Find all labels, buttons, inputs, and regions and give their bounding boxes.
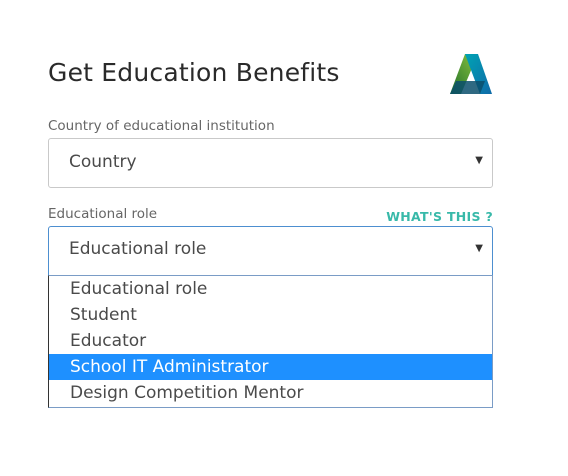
caret-down-icon: ▼ bbox=[475, 243, 483, 254]
role-option[interactable]: Educator bbox=[49, 328, 492, 354]
role-dropdown-list: Educational role Student Educator School… bbox=[48, 275, 493, 408]
caret-down-icon: ▼ bbox=[475, 155, 483, 166]
page-title: Get Education Benefits bbox=[48, 58, 340, 87]
role-option[interactable]: Educational role bbox=[49, 276, 492, 302]
role-option[interactable]: Design Competition Mentor bbox=[49, 380, 492, 406]
autodesk-logo-icon bbox=[450, 54, 492, 94]
country-select[interactable]: Country ▼ bbox=[48, 138, 493, 188]
country-label: Country of educational institution bbox=[48, 118, 275, 134]
role-option-highlighted[interactable]: School IT Administrator bbox=[49, 354, 492, 380]
role-option[interactable]: Student bbox=[49, 302, 492, 328]
country-select-value: Country bbox=[69, 152, 137, 172]
role-label: Educational role bbox=[48, 206, 158, 222]
role-select[interactable]: Educational role ▼ bbox=[48, 226, 493, 276]
role-select-value: Educational role bbox=[69, 239, 207, 259]
whats-this-link[interactable]: WHAT'S THIS ? bbox=[386, 209, 493, 224]
